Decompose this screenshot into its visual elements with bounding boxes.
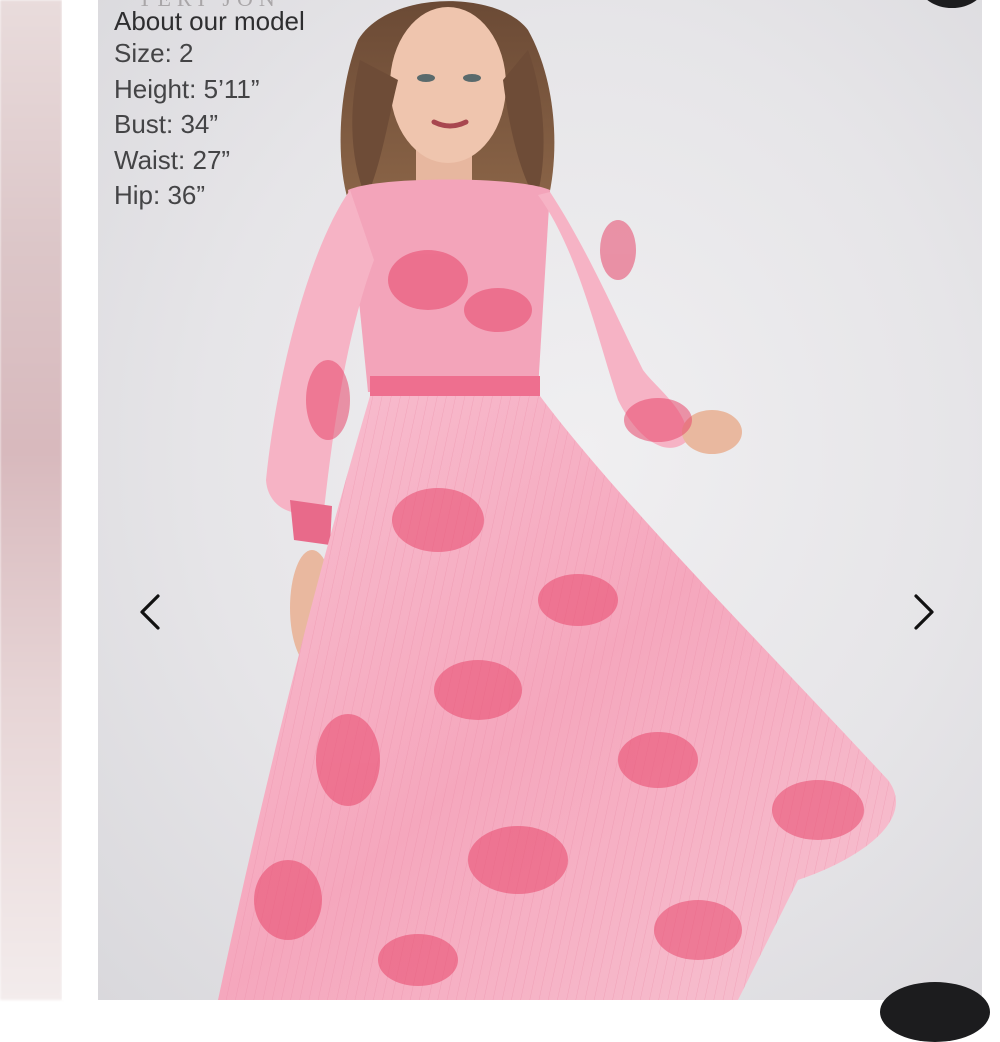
model-size: Size: 2: [114, 38, 194, 68]
gutter-right: [982, 0, 1000, 1000]
model-height: Height: 5’11”: [114, 73, 260, 104]
product-photo: TERI JON About our model Size: 2 Height:…: [98, 0, 982, 1000]
gutter: [62, 0, 98, 1000]
adjacent-image-preview: [0, 0, 62, 1000]
model-info-heading: About our model: [114, 6, 305, 36]
overlay-button-bottom[interactable]: [880, 982, 990, 1042]
chevron-right-icon: [914, 594, 934, 630]
next-image-button[interactable]: [900, 590, 944, 634]
model-info: About our model Size: 2 Height: 5’11” Bu…: [114, 6, 305, 214]
model-waist: Waist: 27”: [114, 144, 231, 175]
model-bust: Bust: 34”: [114, 109, 219, 139]
previous-image-button[interactable]: [130, 590, 174, 634]
chevron-left-icon: [140, 594, 160, 630]
model-hip: Hip: 36”: [114, 180, 206, 210]
